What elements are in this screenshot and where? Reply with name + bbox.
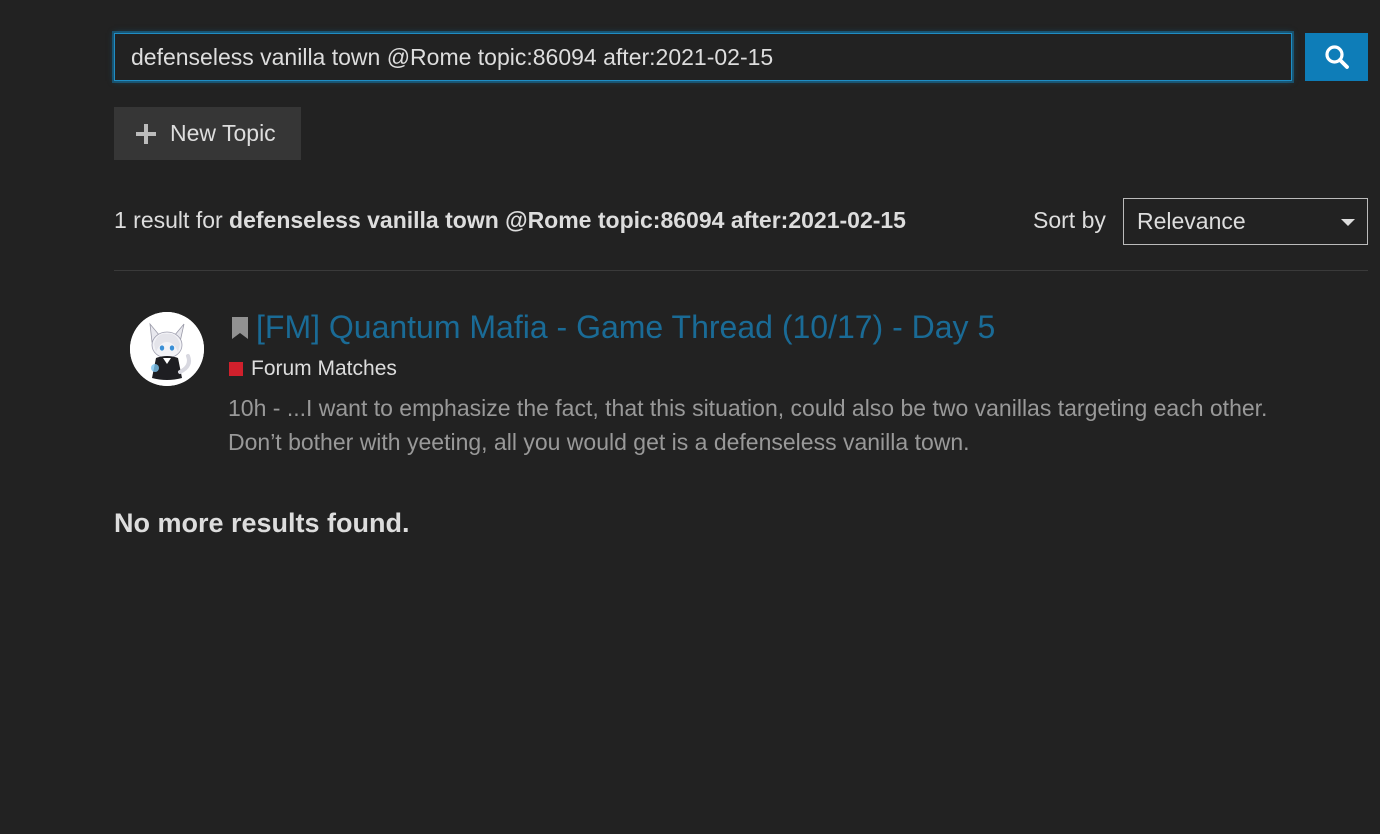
result-blurb: 10h - ...I want to emphasize the fact, t… [228, 395, 1268, 455]
new-topic-button[interactable]: New Topic [114, 107, 301, 160]
search-icon [1324, 45, 1349, 69]
bookmark-icon [232, 317, 248, 339]
sort-select[interactable]: Relevance [1123, 198, 1368, 245]
sort-select-value: Relevance [1137, 208, 1246, 234]
no-more-results: No more results found. [114, 508, 410, 538]
chevron-down-icon [1341, 219, 1355, 226]
category-color-swatch [229, 362, 243, 376]
category-name: Forum Matches [251, 357, 397, 380]
avatar-image [130, 312, 204, 386]
avatar[interactable] [130, 312, 204, 386]
plus-icon [136, 123, 156, 144]
result-count: 1 result for defenseless vanilla town @R… [114, 207, 906, 234]
search-page: New Topic 1 result for defenseless vanil… [0, 0, 1380, 834]
search-bar [114, 33, 1368, 82]
result-query: defenseless vanilla town @Rome topic:860… [229, 207, 906, 233]
sort-label: Sort by [1033, 207, 1106, 233]
search-button[interactable] [1305, 33, 1368, 81]
search-input[interactable] [114, 33, 1292, 81]
divider [114, 270, 1368, 271]
result-count-prefix: 1 result for [114, 207, 223, 233]
topic-title-link[interactable]: [FM] Quantum Mafia - Game Thread (10/17)… [256, 309, 995, 346]
category-badge[interactable]: Forum Matches [229, 357, 397, 381]
new-topic-label: New Topic [170, 120, 276, 146]
